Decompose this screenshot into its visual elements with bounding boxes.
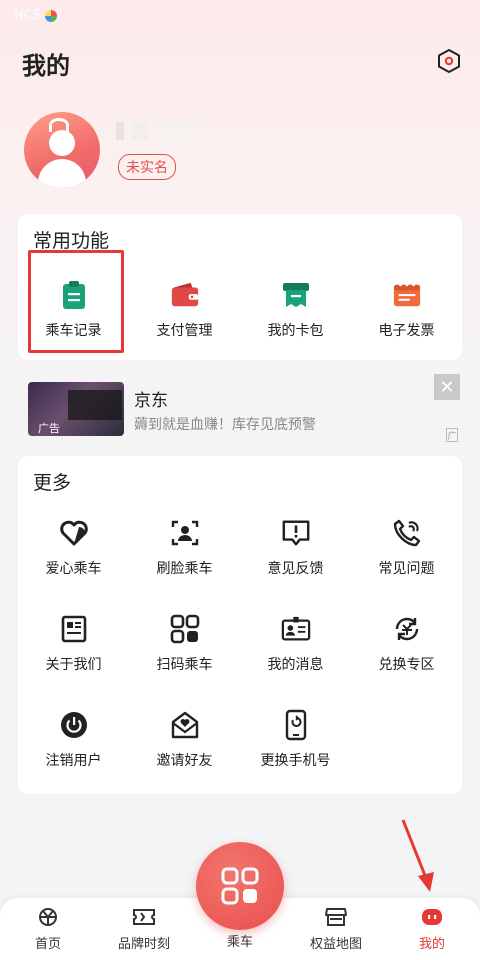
settings-icon: [438, 48, 460, 74]
ride-qr-center-button[interactable]: [196, 842, 284, 930]
more-item-change-phone[interactable]: 更换手机号: [240, 709, 351, 770]
more-item-scan-ride[interactable]: 扫码乘车: [129, 614, 240, 674]
face-scan-icon: [171, 520, 198, 546]
common-functions-grid: 乘车记录 支付管理 我的卡包 电子发票: [18, 280, 462, 340]
more-item-exchange[interactable]: 兑换专区: [351, 614, 462, 674]
more-item-invite[interactable]: 邀请好友: [129, 710, 240, 770]
heart-ride-icon: [59, 520, 88, 546]
common-functions-title: 常用功能: [33, 230, 110, 252]
more-item-feedback[interactable]: 意见反馈: [240, 518, 351, 578]
more-item-label: 意见反馈: [267, 561, 324, 577]
realname-badge[interactable]: 未实名: [118, 154, 176, 180]
ad-title: 京东: [134, 391, 168, 411]
qr-code-icon: [170, 614, 199, 644]
more-item-label: 扫码乘车: [156, 657, 213, 673]
more-row-1: 爱心乘车 刷脸乘车 意见反馈 常见问题: [18, 518, 462, 578]
more-item-care-ride[interactable]: 爱心乘车: [18, 518, 129, 578]
carrier-label: NCS: [14, 8, 42, 23]
feedback-icon: [282, 520, 309, 546]
more-item-face-ride[interactable]: 刷脸乘车: [129, 518, 240, 578]
power-icon: [60, 712, 87, 738]
ad-thumbnail: 广告: [28, 382, 124, 436]
clipboard-icon: [62, 281, 85, 309]
ad-mark-icon: 广: [446, 428, 458, 442]
more-item-deactivate[interactable]: 注销用户: [18, 710, 129, 770]
invoice-icon: [393, 283, 420, 307]
red-arrow-annotation: [401, 819, 434, 892]
tab-label: 首页: [34, 937, 61, 952]
invite-icon: [171, 711, 198, 739]
tab-label: 品牌时刻: [117, 937, 170, 952]
more-item-label: 更换手机号: [260, 753, 331, 769]
more-row-2: 关于我们 扫码乘车 我的消息 兑换专区: [18, 614, 462, 674]
card-holder-icon: [282, 283, 309, 307]
more-item-label: 邀请好友: [156, 753, 213, 769]
ad-close-button[interactable]: ✕: [434, 374, 460, 400]
about-icon: [61, 615, 86, 643]
tab-home[interactable]: 首页: [0, 906, 96, 952]
more-title: 更多: [33, 472, 72, 494]
more-row-3: 注销用户 邀请好友 更换手机号: [18, 709, 462, 770]
more-item-label: 常见问题: [378, 561, 435, 577]
more-item-about[interactable]: 关于我们: [18, 614, 129, 674]
phone-question-icon: [393, 519, 420, 547]
more-item-label: 兑换专区: [378, 657, 435, 673]
common-item-label: 电子发票: [378, 323, 435, 339]
user-name: [116, 122, 196, 140]
settings-button[interactable]: [436, 48, 462, 74]
avatar-head-shape: [49, 130, 75, 156]
more-item-label: 我的消息: [267, 657, 324, 673]
common-item-label: 乘车记录: [45, 323, 102, 339]
page-title: 我的: [22, 52, 70, 80]
store-icon: [325, 908, 347, 926]
status-left: NCS: [14, 8, 58, 23]
change-phone-icon: [285, 709, 306, 741]
common-item-invoice[interactable]: 电子发票: [351, 280, 462, 340]
avatar-ring-icon: [49, 118, 69, 132]
more-item-label: 刷脸乘车: [156, 561, 213, 577]
wallet-icon: [171, 282, 198, 307]
ad-banner[interactable]: 广告 京东 薅到就是血赚！库存见底预警: [28, 382, 460, 436]
ad-subtitle: 薅到就是血赚！库存见底预警: [134, 417, 316, 433]
more-card: 更多 爱心乘车 刷脸乘车 意见反馈 常见问题 关于我们 扫码乘车 我的消息 兑换…: [18, 456, 462, 794]
tab-label: 我的: [418, 937, 445, 952]
tab-brand-moments[interactable]: 品牌时刻: [96, 906, 192, 952]
common-item-label: 我的卡包: [267, 323, 324, 339]
common-item-payment[interactable]: 支付管理: [129, 280, 240, 340]
more-item-faq[interactable]: 常见问题: [351, 518, 462, 578]
ad-badge: 广告: [38, 422, 60, 435]
tab-label: 权益地图: [309, 937, 362, 952]
common-functions-card: 常用功能 乘车记录 支付管理 我的卡包 电子发票: [18, 214, 462, 360]
qr-ride-icon: [221, 867, 259, 905]
more-item-label: 注销用户: [45, 753, 102, 769]
home-icon: [39, 908, 57, 926]
exchange-icon: [395, 617, 418, 641]
avatar-body-shape: [38, 159, 86, 188]
ticket-icon: [133, 909, 155, 925]
common-item-card-holder[interactable]: 我的卡包: [240, 280, 351, 340]
tab-mine[interactable]: 我的: [384, 906, 480, 952]
more-item-label: 关于我们: [45, 657, 102, 673]
common-item-label: 支付管理: [156, 323, 213, 339]
status-bar: NCS: [0, 0, 480, 34]
more-item-messages[interactable]: 我的消息: [240, 614, 351, 674]
message-card-icon: [281, 616, 310, 641]
app-logo-icon: [45, 9, 58, 22]
more-item-label: 爱心乘车: [45, 561, 102, 577]
tab-label: 乘车: [226, 935, 253, 950]
mine-icon: [422, 909, 442, 925]
common-item-ride-records[interactable]: 乘车记录: [18, 280, 129, 340]
tab-benefits-map[interactable]: 权益地图: [288, 906, 384, 952]
